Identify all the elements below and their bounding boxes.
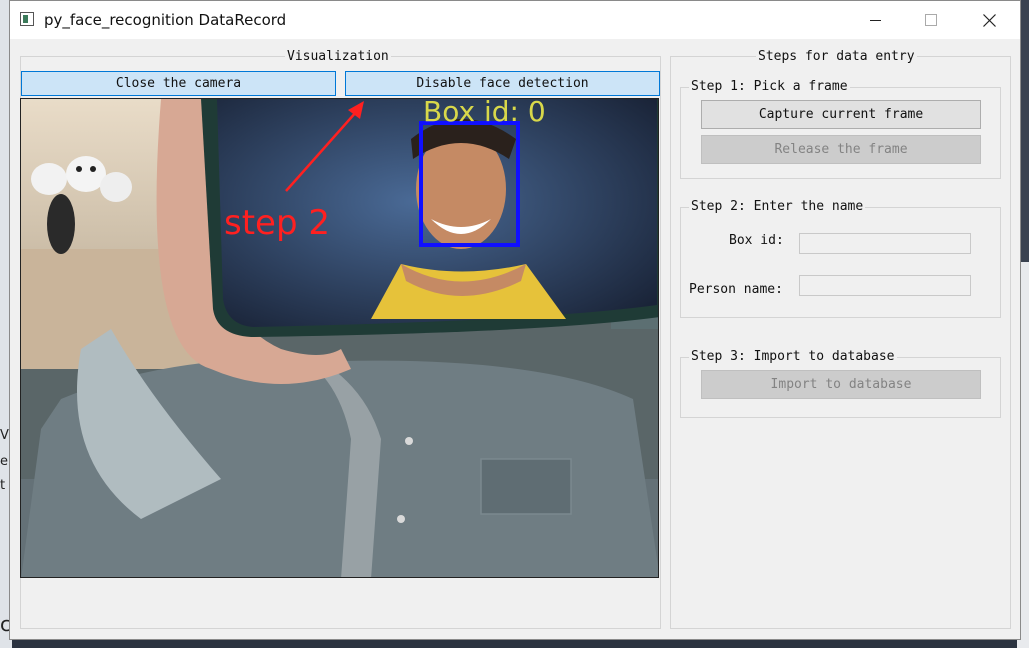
steps-group-title: Steps for data entry (756, 49, 917, 65)
title-bar[interactable]: py_face_recognition DataRecord (10, 1, 1020, 39)
step3-title: Step 3: Import to database (689, 349, 897, 365)
close-window-button[interactable] (966, 1, 1012, 39)
step2-title: Step 2: Enter the name (689, 199, 866, 215)
person-name-field[interactable] (799, 275, 971, 296)
step2-group (680, 207, 1001, 318)
visualization-group-title: Visualization (285, 49, 391, 65)
app-window: py_face_recognition DataRecord Visualiza… (9, 0, 1021, 640)
app-window-icon (20, 12, 34, 26)
maximize-button[interactable] (908, 1, 954, 39)
close-camera-button[interactable]: Close the camera (21, 71, 336, 96)
import-database-button[interactable]: Import to database (701, 370, 981, 399)
minimize-button[interactable] (852, 1, 898, 39)
box-id-label: Box id: (729, 233, 784, 248)
step-annotation: step 2 (224, 203, 330, 243)
window-title: py_face_recognition DataRecord (44, 11, 287, 29)
box-id-overlay: Box id: 0 (423, 99, 546, 128)
close-icon (982, 13, 996, 27)
person-name-label: Person name: (689, 282, 783, 297)
step1-title: Step 1: Pick a frame (689, 79, 850, 95)
capture-frame-button[interactable]: Capture current frame (701, 100, 981, 129)
box-id-field[interactable] (799, 233, 971, 254)
minimize-icon (869, 19, 881, 21)
camera-view[interactable]: Box id: 0 step 2 (20, 98, 659, 578)
background-text-fragment: t (0, 478, 6, 493)
disable-face-detection-button[interactable]: Disable face detection (345, 71, 660, 96)
background-text-fragment: e (0, 454, 8, 469)
camera-frame-image: Box id: 0 step 2 (21, 99, 658, 577)
release-frame-button[interactable]: Release the frame (701, 135, 981, 164)
maximize-icon (925, 14, 937, 26)
